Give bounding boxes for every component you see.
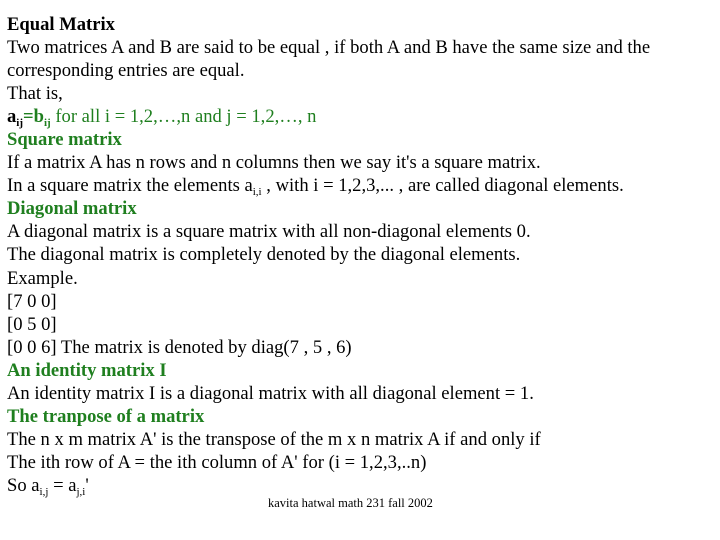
heading-identity-matrix: An identity matrix I <box>7 359 167 381</box>
matrix-row: [0 5 0] <box>7 313 57 335</box>
transpose-formula: So ai,j = aj,i' <box>7 474 720 498</box>
transpose-text-1: The n x m matrix A' is the transpose of … <box>7 428 541 450</box>
diagonal-matrix-example-label: Example. <box>7 267 78 289</box>
diagonal-matrix-text-1: A diagonal matrix is a square matrix wit… <box>7 221 531 243</box>
formula-eq-b: =b <box>23 106 44 128</box>
heading-diagonal-matrix: Diagonal matrix <box>7 198 137 220</box>
heading-transpose: The tranpose of a matrix <box>7 405 205 427</box>
matrix-row: [7 0 0] <box>7 290 57 312</box>
square-matrix-text-1: If a matrix A has n rows and n columns t… <box>7 152 541 174</box>
equal-matrix-text-2: corresponding entries are equal. <box>7 60 245 82</box>
transpose-formula-mid: = a <box>48 474 77 496</box>
diagonal-matrix-text-2: The diagonal matrix is completely denote… <box>7 244 521 266</box>
equal-matrix-text-1: Two matrices A and B are said to be equa… <box>7 37 651 59</box>
square-text-subscript: i,i <box>252 186 262 199</box>
transpose-formula-pre: So a <box>7 474 40 496</box>
equal-matrix-formula: aij=bij for all i = 1,2,…,n and j = 1,2,… <box>7 105 720 129</box>
equal-matrix-text-3: That is, <box>7 83 63 105</box>
heading-equal-matrix: Equal Matrix <box>7 14 115 35</box>
identity-matrix-text-1: An identity matrix I is a diagonal matri… <box>7 382 534 404</box>
transpose-formula-post: ' <box>85 474 89 496</box>
transpose-text-2: The ith row of A = the ith column of A' … <box>7 451 427 473</box>
square-matrix-text-2: In a square matrix the elements ai,i , w… <box>7 174 720 199</box>
formula-a: a <box>7 106 17 128</box>
heading-square-matrix: Square matrix <box>7 129 122 151</box>
slide-content: Equal Matrix Two matrices A and B are sa… <box>7 13 720 497</box>
matrix-row: [0 0 6] The matrix is denoted by diag(7 … <box>7 336 352 358</box>
formula-rest: for all i = 1,2,…,n and j = 1,2,…, n <box>50 106 317 128</box>
footer-credit: kavita hatwal math 231 fall 2002 <box>268 496 433 510</box>
transpose-formula-sub2: j,i <box>76 485 86 498</box>
square-text-pre: In a square matrix the elements a <box>7 175 253 197</box>
square-text-post: , with i = 1,2,3,... , are called diagon… <box>261 175 624 197</box>
